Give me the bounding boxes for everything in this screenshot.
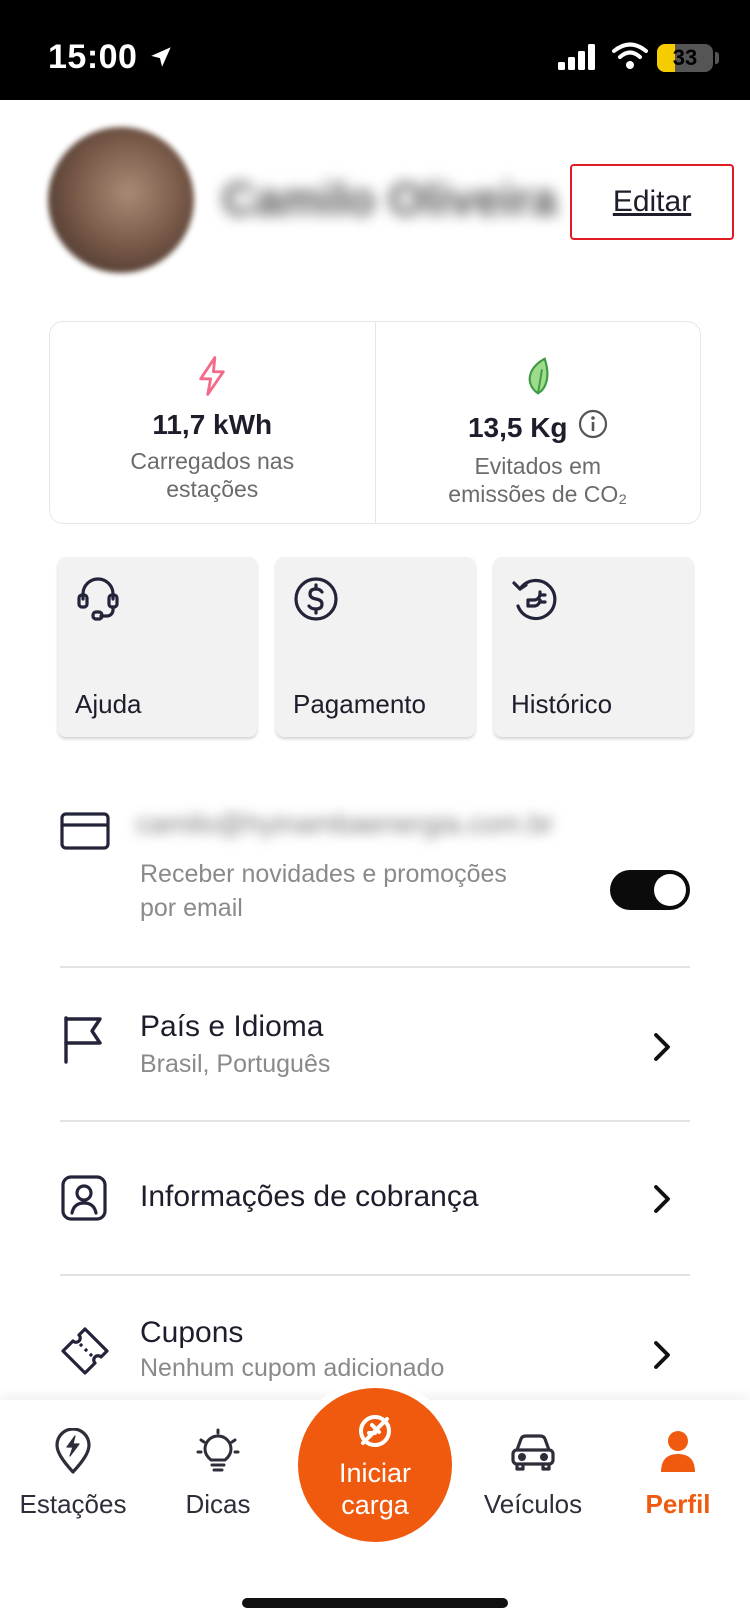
chevron-right-icon [652, 1032, 672, 1067]
avatar[interactable] [48, 127, 194, 273]
newsletter-toggle[interactable] [610, 870, 690, 910]
stat-co2-label: Evitados em emissões de CO₂ [448, 453, 628, 507]
tab-stations[interactable]: Estações [0, 1427, 148, 1520]
tab-profile[interactable]: Perfil [603, 1428, 750, 1520]
tab-vehicles-label: Veículos [483, 1489, 583, 1519]
flag-icon [60, 1014, 106, 1069]
start-charging-line-1: Iniciar [338, 1457, 412, 1488]
status-time: 15:00 [48, 38, 138, 76]
wifi-icon [612, 42, 648, 75]
menu-item-billing-info[interactable]: Informações de cobrança [60, 1172, 690, 1232]
battery-tip [715, 52, 719, 64]
tile-help-label: Ajuda [75, 689, 142, 719]
status-bar: 15:00 33 [0, 0, 750, 100]
quick-actions: Ajuda Pagamento Histórico [58, 557, 693, 737]
tab-tips[interactable]: Dicas [143, 1428, 293, 1520]
ticket-icon [60, 1326, 110, 1381]
newsletter-line-1: Receber novidades e promoções [140, 860, 507, 888]
leaf-icon [523, 356, 553, 401]
stats-card: 11,7 kWh Carregados nas estações 13,5 Kg… [49, 321, 701, 524]
billing-info-label: Informações de cobrança [140, 1180, 479, 1213]
tile-history-label: Histórico [511, 689, 613, 719]
stat-energy-value: 11,7 kWh [152, 409, 273, 440]
history-plug-icon [510, 575, 558, 628]
start-charging-button[interactable]: Iniciar carga [298, 1388, 452, 1542]
tab-tips-label: Dicas [185, 1489, 251, 1519]
menu-item-country-language[interactable]: País e Idioma Brasil, Português [60, 1006, 690, 1096]
tile-payment-label: Pagamento [293, 689, 426, 719]
newsletter-line-2: por email [140, 894, 243, 922]
battery-icon: 33 [657, 44, 713, 72]
headset-icon [74, 575, 122, 628]
email-newsletter-row: camilo@hyinambaenergia.com.br Receber no… [60, 808, 690, 922]
start-charging-line-2: carga [341, 1489, 409, 1520]
cellular-signal-icon [558, 44, 598, 75]
stat-energy-label: Carregados nas estações [130, 448, 295, 502]
divider [60, 1274, 690, 1276]
stat-co2: 13,5 Kg Evitados em emissões de CO₂ [374, 322, 701, 523]
chevron-right-icon [652, 1340, 672, 1375]
location-arrow-icon [148, 44, 174, 75]
user-name: Camilo Oliveira [222, 173, 557, 225]
person-icon [658, 1428, 698, 1479]
tab-stations-label: Estações [19, 1489, 127, 1519]
battery-percent: 33 [672, 45, 698, 70]
coupons-value: Nenhum cupom adicionado [140, 1354, 445, 1382]
user-email: camilo@hyinambaenergia.com.br [136, 808, 554, 839]
lightning-icon [195, 356, 229, 401]
chevron-right-icon [652, 1184, 672, 1219]
info-icon[interactable] [578, 409, 608, 446]
home-indicator [242, 1598, 508, 1608]
credit-card-icon [60, 812, 110, 857]
tile-history[interactable]: Histórico [494, 557, 693, 737]
country-language-label: País e Idioma [140, 1010, 324, 1043]
divider [60, 1120, 690, 1122]
tile-help[interactable]: Ajuda [58, 557, 257, 737]
lightning-pin-icon [54, 1427, 92, 1479]
tab-vehicles[interactable]: Veículos [458, 1428, 608, 1520]
lightbulb-icon [196, 1428, 240, 1479]
no-plug-icon [353, 1411, 397, 1456]
coupons-label: Cupons [140, 1316, 244, 1349]
stat-energy: 11,7 kWh Carregados nas estações [50, 322, 375, 523]
tile-payment[interactable]: Pagamento [276, 557, 475, 737]
tab-profile-label: Perfil [645, 1489, 711, 1519]
bottom-tab-bar: Estações Dicas Iniciar carga Veículos Pe… [0, 1388, 750, 1624]
car-icon [509, 1428, 557, 1479]
stat-co2-value: 13,5 Kg [467, 411, 568, 443]
divider [60, 966, 690, 968]
edit-profile-label: Editar [612, 185, 692, 218]
dollar-coin-icon [292, 575, 340, 628]
user-card-icon [60, 1174, 108, 1227]
edit-profile-button[interactable]: Editar [570, 164, 734, 240]
country-language-value: Brasil, Português [140, 1050, 331, 1078]
